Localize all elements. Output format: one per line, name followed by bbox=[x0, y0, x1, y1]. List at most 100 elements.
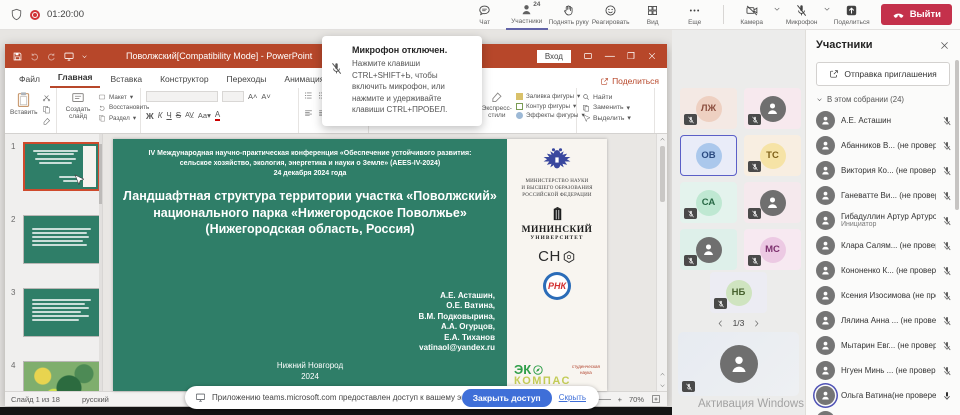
align-left-icon[interactable] bbox=[304, 109, 313, 118]
participant-tile-ЛЖ[interactable]: ЛЖ bbox=[680, 88, 737, 129]
participant-mic-status[interactable] bbox=[942, 141, 952, 151]
more-button[interactable]: Еще bbox=[674, 0, 716, 30]
redo-icon[interactable] bbox=[46, 51, 57, 62]
scroll-up-icon[interactable] bbox=[659, 136, 666, 143]
fit-to-window-icon[interactable] bbox=[651, 394, 661, 404]
tab-home[interactable]: Главная bbox=[50, 69, 101, 88]
close-window-icon[interactable] bbox=[647, 51, 657, 61]
participant-mic-status[interactable] bbox=[942, 266, 952, 276]
in-meeting-section[interactable]: В этом собрании (24) bbox=[806, 95, 960, 108]
page-prev-icon[interactable] bbox=[716, 319, 725, 328]
participant-row[interactable]: Ольга Ватина(не проверено) bbox=[806, 383, 960, 408]
participant-mic-status[interactable] bbox=[942, 316, 952, 326]
zoom-percentage[interactable]: 70% bbox=[629, 395, 644, 404]
participant-row[interactable]: Ольга Лукьян...(не проверено) bbox=[806, 408, 960, 415]
thumbnail-scrollbar[interactable] bbox=[99, 134, 102, 391]
participants-button[interactable]: 24 Участники bbox=[506, 0, 548, 30]
participant-tile-ТС[interactable]: ТС bbox=[744, 135, 801, 176]
page-next-icon[interactable] bbox=[752, 319, 761, 328]
participant-tile-anonymous[interactable] bbox=[744, 182, 801, 223]
char-spacing-button[interactable]: AV̲ bbox=[185, 112, 194, 119]
copy-icon[interactable] bbox=[42, 105, 51, 114]
participant-tile-ОВ[interactable]: ОВ bbox=[680, 135, 737, 176]
slide-1[interactable]: IV Международная научно-практическая кон… bbox=[113, 139, 607, 391]
participant-mic-status[interactable] bbox=[942, 191, 952, 201]
font-name-box[interactable] bbox=[146, 91, 218, 102]
slide-scrollbar[interactable] bbox=[656, 134, 667, 391]
slide-thumbnail-1[interactable]: 1 bbox=[23, 142, 100, 200]
close-panel-icon[interactable] bbox=[939, 40, 950, 51]
participant-mic-status[interactable] bbox=[942, 341, 952, 351]
tab-transitions[interactable]: Переходы bbox=[219, 71, 275, 88]
sign-in-button[interactable]: Вход bbox=[537, 50, 571, 63]
participant-row[interactable]: Кононенко К... (не проверено) bbox=[806, 258, 960, 283]
participant-row[interactable]: Гибадуллин Артур Артурович Инициатор bbox=[806, 208, 960, 233]
bullets-icon[interactable] bbox=[304, 91, 313, 100]
slide-thumbnail-2[interactable]: 2 bbox=[23, 215, 100, 273]
font-size-box[interactable] bbox=[222, 91, 244, 102]
paste-button[interactable]: Вставить bbox=[10, 91, 38, 116]
send-invite-button[interactable]: Отправка приглашения bbox=[816, 62, 950, 86]
prev-slide-icon[interactable] bbox=[659, 371, 666, 378]
mic-button[interactable]: Микрофон bbox=[781, 0, 823, 30]
participant-row[interactable]: Клара Салям... (не проверено) bbox=[806, 233, 960, 258]
tab-design[interactable]: Конструктор bbox=[152, 71, 216, 88]
participant-row[interactable]: Абанников В... (не проверено) bbox=[806, 133, 960, 158]
participant-mic-status[interactable] bbox=[942, 166, 952, 176]
participant-row[interactable]: А.Е. Асташин bbox=[806, 108, 960, 133]
stop-sharing-button[interactable]: Закрыть доступ bbox=[462, 389, 552, 407]
zoom-in-button[interactable]: + bbox=[618, 395, 622, 404]
cut-icon[interactable] bbox=[42, 93, 51, 102]
slide-thumbnail-3[interactable]: 3 bbox=[23, 288, 100, 346]
participant-mic-status[interactable] bbox=[942, 366, 952, 376]
participant-row[interactable]: Лялина Анна ... (не проверено) bbox=[806, 308, 960, 333]
camera-button[interactable]: Камера bbox=[731, 0, 773, 30]
participant-tile-anonymous[interactable] bbox=[678, 332, 799, 396]
participant-tile-anonymous[interactable] bbox=[744, 88, 801, 129]
participant-row[interactable]: Нгуен Минь ... (не проверено) bbox=[806, 358, 960, 383]
tab-file[interactable]: Файл bbox=[11, 71, 48, 88]
view-button[interactable]: Вид bbox=[632, 0, 674, 30]
share-button[interactable]: Поделиться bbox=[831, 0, 873, 30]
italic-button[interactable]: К bbox=[158, 111, 163, 120]
grow-font-button[interactable]: A˄ bbox=[248, 92, 257, 101]
change-case-button[interactable]: Aa▾ bbox=[198, 111, 211, 120]
chat-button[interactable]: Чат bbox=[464, 0, 506, 30]
hide-banner-link[interactable]: Скрыть bbox=[559, 393, 586, 402]
panel-scrollbar[interactable] bbox=[955, 60, 959, 210]
participant-mic-status[interactable] bbox=[942, 216, 952, 226]
ppt-share-button[interactable]: Поделиться bbox=[600, 76, 659, 88]
participant-row[interactable]: Ксения Изосимова (не прове... bbox=[806, 283, 960, 308]
participant-row[interactable]: Ганеватте Ви... (не проверено) bbox=[806, 183, 960, 208]
participant-mic-status[interactable] bbox=[942, 291, 952, 301]
camera-chevron-icon[interactable] bbox=[773, 5, 781, 13]
ribbon-options-icon[interactable] bbox=[583, 51, 593, 61]
qat-chevron-icon[interactable] bbox=[81, 53, 88, 60]
participant-mic-status[interactable] bbox=[942, 241, 952, 251]
underline-button[interactable]: Ч bbox=[166, 111, 171, 120]
shape-effects-button[interactable]: Эффекты фигуры ▾ bbox=[516, 112, 585, 119]
participant-tile-anonymous[interactable] bbox=[680, 229, 737, 270]
participant-row[interactable]: Мытарин Евг... (не проверено) bbox=[806, 333, 960, 358]
undo-icon[interactable] bbox=[29, 51, 40, 62]
language-indicator[interactable]: русский bbox=[82, 395, 109, 404]
tab-insert[interactable]: Вставка bbox=[102, 71, 150, 88]
save-icon[interactable] bbox=[12, 51, 23, 62]
react-button[interactable]: Реагировать bbox=[590, 0, 632, 30]
select-button[interactable]: Выделить ▾ bbox=[582, 114, 631, 122]
quick-styles-button[interactable]: Экспресс-стили bbox=[482, 91, 512, 119]
font-color-button[interactable]: A bbox=[215, 110, 220, 121]
slideshow-icon[interactable] bbox=[63, 51, 75, 62]
find-button[interactable]: Найти bbox=[582, 93, 631, 101]
slide-thumbnail-4[interactable]: 4 bbox=[23, 361, 100, 391]
restore-button[interactable]: ❐ bbox=[627, 51, 635, 62]
participant-tile-НБ[interactable]: НБ bbox=[710, 272, 767, 313]
leave-button[interactable]: Выйти bbox=[881, 4, 952, 25]
participant-row[interactable]: Виктория Ко... (не проверено) bbox=[806, 158, 960, 183]
scrollbar-thumb[interactable] bbox=[660, 146, 665, 202]
shape-outline-button[interactable]: Контур фигуры ▾ bbox=[516, 103, 585, 110]
mic-chevron-icon[interactable] bbox=[823, 5, 831, 13]
next-slide-icon[interactable] bbox=[659, 382, 666, 389]
shrink-font-button[interactable]: A˅ bbox=[261, 92, 270, 101]
participant-tile-СА[interactable]: СА bbox=[680, 182, 737, 223]
